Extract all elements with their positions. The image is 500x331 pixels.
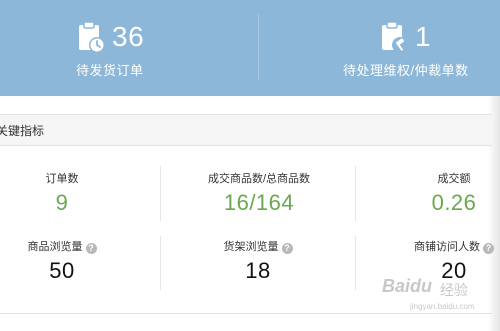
metric-value: 50: [49, 258, 75, 283]
help-icon[interactable]: ?: [483, 243, 494, 254]
help-icon[interactable]: ?: [281, 243, 293, 254]
metric-turnover: 成交额 0.26: [404, 170, 500, 216]
pending-dispute-label: 待处理维权/仲裁单数: [343, 63, 469, 78]
section-header: 关键指标: [0, 114, 492, 146]
column-divider: [355, 166, 356, 221]
help-icon[interactable]: ?: [85, 243, 97, 254]
metric-label: 成交商品数/总商品数: [207, 173, 311, 185]
watermark-url: jingyan.baidu.com: [410, 302, 475, 311]
watermark-sub: 经验: [440, 282, 468, 298]
pending-dispute-count: 1: [415, 21, 432, 52]
column-divider: [160, 166, 161, 221]
metric-value: 18: [245, 258, 271, 283]
metric-label: 订单数: [45, 173, 79, 185]
metric-product-views: 商品浏览量? 50: [2, 238, 122, 284]
clipboard-clock-icon: [76, 20, 106, 54]
clipboard-gavel-icon: [379, 20, 409, 54]
metric-label: 商铺访问人数: [414, 241, 480, 253]
pending-shipment-label: 待发货订单: [76, 63, 144, 78]
metric-order-count: 订单数 9: [12, 170, 112, 216]
banner-divider: [258, 14, 259, 80]
metric-value: 16/164: [223, 190, 295, 215]
watermark-brand: Baidu: [382, 276, 433, 296]
metric-label: 货架浏览量: [223, 241, 279, 253]
metric-value: 0.26: [431, 190, 477, 215]
metric-label: 商品浏览量: [27, 241, 83, 253]
metric-shelf-views: 货架浏览量? 18: [198, 238, 318, 284]
metric-traded-products: 成交商品数/总商品数 16/164: [180, 170, 338, 216]
baidu-watermark: Baidu 经验 jingyan.baidu.com: [382, 276, 494, 326]
section-title: 关键指标: [0, 124, 45, 138]
metric-value: 9: [55, 190, 69, 215]
pending-shipment-count: 36: [112, 21, 145, 52]
column-divider: [355, 236, 356, 290]
column-divider: [160, 236, 161, 290]
pending-shipment-card[interactable]: 36 待发货订单: [76, 20, 144, 79]
pending-dispute-card[interactable]: 1 待处理维权/仲裁单数: [343, 20, 469, 79]
metric-label: 成交额: [437, 173, 471, 185]
